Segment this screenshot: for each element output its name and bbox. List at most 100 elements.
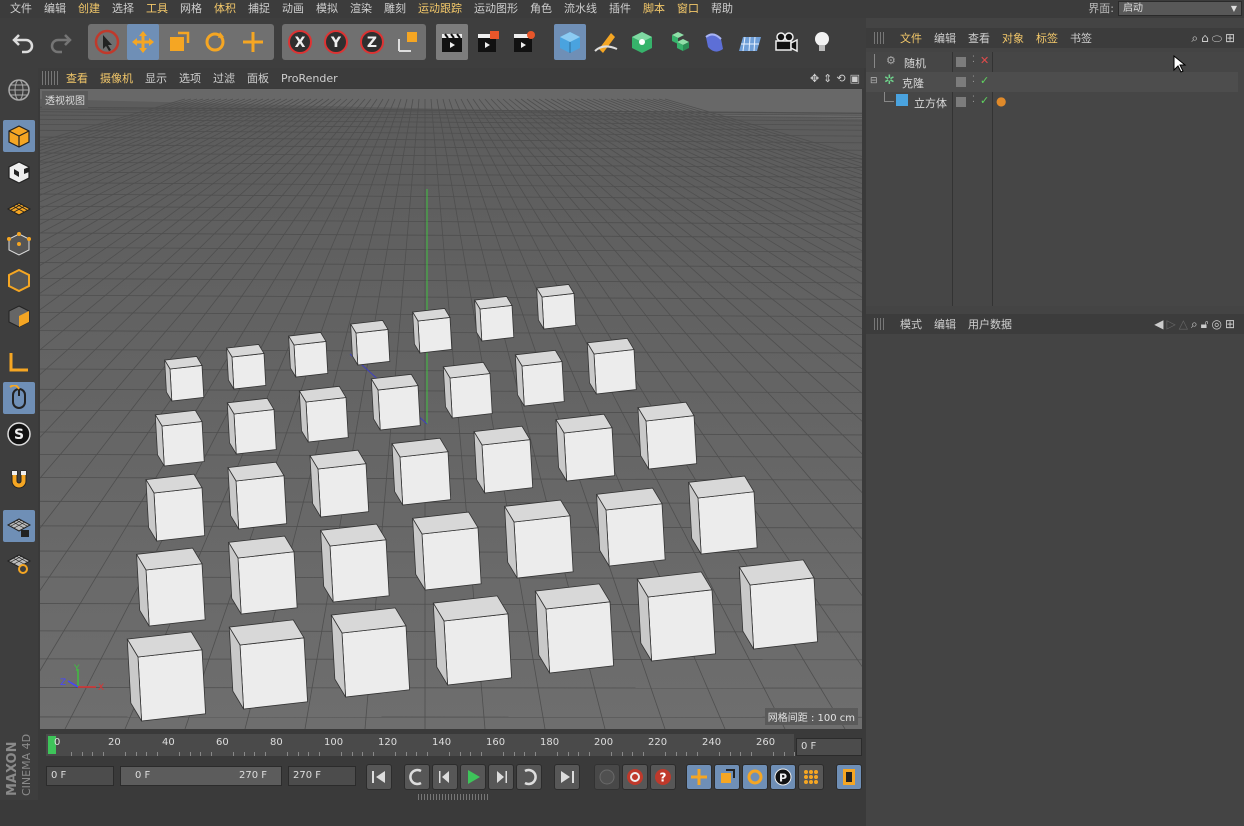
camera-button[interactable] — [770, 24, 802, 60]
panel-grip[interactable] — [874, 32, 886, 44]
previous-key-button[interactable] — [404, 764, 430, 790]
go-to-end-button[interactable] — [554, 764, 580, 790]
go-to-start-button[interactable] — [366, 764, 392, 790]
visibility-dots-icon[interactable]: ⁚ — [972, 75, 975, 85]
object-row-cloner[interactable]: ⊟ ✲ 克隆 ⁚ ✓ — [866, 72, 1238, 92]
frame-range-slider[interactable]: 0 F 270 F — [120, 766, 282, 786]
start-frame-field[interactable]: 0 F — [46, 766, 114, 786]
material-tag-icon[interactable]: ● — [996, 94, 1006, 108]
om-menu-view[interactable]: 查看 — [962, 30, 996, 46]
viewport-menu-view[interactable]: 查看 — [60, 70, 94, 86]
menu-select[interactable]: 选择 — [106, 0, 140, 18]
x-axis-lock-button[interactable]: X — [284, 24, 316, 60]
layer-swatch[interactable] — [956, 97, 966, 107]
new-panel-icon[interactable]: ⊞ — [1225, 317, 1238, 331]
object-name[interactable]: 克隆 — [902, 75, 924, 91]
layer-swatch[interactable] — [956, 77, 966, 87]
viewport-menu-cameras[interactable]: 摄像机 — [94, 70, 139, 86]
menu-motion-tracking[interactable]: 运动跟踪 — [412, 0, 468, 18]
live-selection-button[interactable] — [91, 24, 123, 60]
edges-mode-button[interactable] — [3, 264, 35, 296]
target-icon[interactable]: ◎ — [1211, 317, 1224, 331]
menu-mograph[interactable]: 运动图形 — [468, 0, 524, 18]
array-generator-button[interactable] — [662, 24, 694, 60]
menu-pipeline[interactable]: 流水线 — [558, 0, 603, 18]
autokey-help-button[interactable]: ? — [650, 764, 676, 790]
viewport-menu-panel[interactable]: 面板 — [241, 70, 275, 86]
model-mode-button[interactable] — [3, 120, 35, 152]
render-view-button[interactable] — [436, 24, 468, 60]
search-icon[interactable]: ⌕ — [1191, 317, 1201, 331]
visibility-dots-icon[interactable]: ⁚ — [972, 95, 975, 105]
menu-sculpt[interactable]: 雕刻 — [378, 0, 412, 18]
object-row-cube[interactable]: 立方体 ⁚ ✓ ● — [866, 92, 1238, 112]
make-editable-button[interactable] — [3, 74, 35, 106]
cube-object-button[interactable] — [554, 24, 586, 60]
menu-help[interactable]: 帮助 — [705, 0, 739, 18]
pen-spline-button[interactable] — [590, 24, 622, 60]
record-active-button[interactable] — [622, 764, 648, 790]
om-menu-bookmarks[interactable]: 书签 — [1064, 30, 1098, 46]
redo-button[interactable] — [44, 24, 76, 60]
axis-mode-button[interactable] — [3, 346, 35, 378]
viewport-menu-options[interactable]: 选项 — [173, 70, 207, 86]
search-icon[interactable]: ⌕ — [1191, 31, 1201, 45]
panel-grip[interactable] — [42, 71, 60, 85]
up-arrow-icon[interactable]: △ — [1179, 317, 1191, 331]
key-position-button[interactable] — [686, 764, 712, 790]
am-menu-userdata[interactable]: 用户数据 — [962, 316, 1018, 332]
coordinate-system-button[interactable] — [392, 24, 424, 60]
menu-window[interactable]: 窗口 — [671, 0, 705, 18]
panel-grip[interactable] — [874, 318, 886, 330]
polygons-mode-button[interactable] — [3, 300, 35, 332]
points-mode-button[interactable] — [3, 228, 35, 260]
render-picture-viewer-button[interactable] — [472, 24, 504, 60]
enable-toggle[interactable]: ✓ — [980, 94, 989, 107]
am-menu-mode[interactable]: 模式 — [894, 316, 928, 332]
lock-icon[interactable]: 🔓︎ — [1201, 317, 1212, 331]
key-scale-button[interactable] — [714, 764, 740, 790]
pan-icon[interactable]: ✥ — [810, 72, 819, 85]
layout-select[interactable]: 启动 ▼ — [1118, 1, 1242, 16]
menu-create[interactable]: 创建 — [72, 0, 106, 18]
deformer-button[interactable] — [698, 24, 730, 60]
menu-mesh[interactable]: 网格 — [174, 0, 208, 18]
end-frame-field[interactable]: 270 F — [288, 766, 356, 786]
menu-tools[interactable]: 工具 — [140, 0, 174, 18]
am-menu-edit[interactable]: 编辑 — [928, 316, 962, 332]
orbit-icon[interactable]: ⟲ — [836, 72, 845, 85]
home-icon[interactable]: ⌂ — [1201, 31, 1212, 45]
resize-grip[interactable] — [418, 794, 488, 800]
snap-toggle-button[interactable] — [3, 464, 35, 496]
menu-animate[interactable]: 动画 — [276, 0, 310, 18]
key-pla-button[interactable] — [798, 764, 824, 790]
object-name[interactable]: 立方体 — [914, 95, 947, 111]
menu-simulate[interactable]: 模拟 — [310, 0, 344, 18]
perspective-viewport[interactable]: Y X Z 透视视图 网格间距 : 100 cm — [40, 89, 862, 729]
timeline-window-button[interactable] — [836, 764, 862, 790]
layer-swatch[interactable] — [956, 57, 966, 67]
key-parameter-button[interactable]: P — [770, 764, 796, 790]
visibility-dots-icon[interactable]: ⁚ — [972, 55, 975, 65]
menu-volume[interactable]: 体积 — [208, 0, 242, 18]
light-button[interactable] — [806, 24, 838, 60]
menu-script[interactable]: 脚本 — [637, 0, 671, 18]
next-frame-button[interactable] — [488, 764, 514, 790]
enable-toggle[interactable]: ✓ — [980, 74, 989, 87]
render-settings-button[interactable] — [508, 24, 540, 60]
workplane-rotate-button[interactable] — [3, 546, 35, 578]
undo-button[interactable] — [8, 24, 40, 60]
workplane-mode-button[interactable] — [3, 192, 35, 224]
current-frame-field[interactable]: 0 F — [796, 738, 862, 756]
workplane-lock-button[interactable] — [3, 510, 35, 542]
om-menu-file[interactable]: 文件 — [894, 30, 928, 46]
menu-edit[interactable]: 编辑 — [38, 0, 72, 18]
om-menu-tags[interactable]: 标签 — [1030, 30, 1064, 46]
menu-render[interactable]: 渲染 — [344, 0, 378, 18]
back-arrow-icon[interactable]: ◀ — [1154, 317, 1166, 331]
subdivision-surface-button[interactable] — [626, 24, 658, 60]
scale-tool-button[interactable] — [163, 24, 195, 60]
menu-character[interactable]: 角色 — [524, 0, 558, 18]
enable-toggle[interactable]: ✕ — [980, 54, 989, 67]
toggle-icon[interactable]: ⬭ — [1212, 31, 1225, 45]
